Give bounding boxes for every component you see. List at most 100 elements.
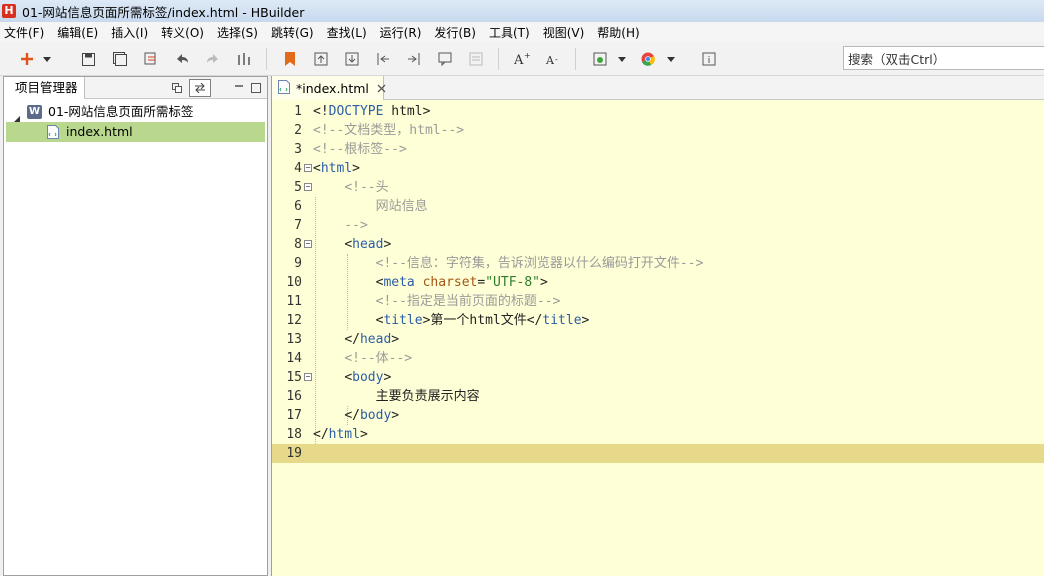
line-number: 10	[286, 275, 302, 290]
tree-item-file[interactable]: index.html	[6, 122, 265, 142]
code-line[interactable]: 14 <!--体-->	[272, 349, 1044, 368]
code-line[interactable]: 7 -->	[272, 216, 1044, 235]
web-project-icon: W	[27, 105, 42, 119]
code-line[interactable]: 5− <!--头	[272, 178, 1044, 197]
menu-goto[interactable]: 跳转(G)	[271, 24, 314, 41]
link-editor-icon[interactable]	[189, 79, 211, 97]
menu-insert[interactable]: 插入(I)	[111, 24, 148, 41]
line-text: <html>	[313, 161, 360, 176]
redo-icon[interactable]	[205, 51, 221, 67]
code-line[interactable]: 13 </head>	[272, 330, 1044, 349]
html-file-icon	[47, 125, 59, 145]
prev-bookmark-icon[interactable]	[313, 51, 329, 67]
menu-edit[interactable]: 编辑(E)	[57, 24, 98, 41]
line-number: 15	[286, 370, 302, 385]
tab-project-manager[interactable]: 项目管理器	[4, 77, 85, 99]
editor-tab-label: *index.html	[296, 80, 369, 96]
increase-font-icon[interactable]: A +	[514, 51, 530, 67]
fold-toggle-icon[interactable]: −	[304, 183, 312, 191]
decrease-font-icon[interactable]: A-	[545, 51, 561, 67]
new-plus-icon[interactable]	[19, 51, 35, 67]
preview-icon[interactable]	[468, 51, 484, 67]
new-dropdown-chevron-icon[interactable]	[42, 51, 52, 67]
menu-view[interactable]: 视图(V)	[543, 24, 585, 41]
fold-toggle-icon[interactable]: −	[304, 240, 312, 248]
menu-publish[interactable]: 发行(B)	[434, 24, 476, 41]
toolbar-separator	[575, 48, 576, 70]
menu-find[interactable]: 查找(L)	[327, 24, 367, 41]
svg-text:-: -	[555, 55, 558, 64]
svg-text:+: +	[524, 52, 530, 60]
close-tab-icon[interactable]	[377, 81, 386, 96]
undo-icon[interactable]	[174, 51, 190, 67]
code-line[interactable]: 2 <!--文档类型，html-->	[272, 121, 1044, 140]
tree-item-project[interactable]: W 01-网站信息页面所需标签	[4, 102, 267, 123]
line-number: 16	[286, 389, 302, 404]
code-line[interactable]: 8− <head>	[272, 235, 1044, 254]
line-number: 13	[286, 332, 302, 347]
code-line[interactable]: 6 网站信息	[272, 197, 1044, 216]
line-number: 9	[294, 256, 302, 271]
code-line[interactable]: 11 <!--指定是当前页面的标题-->	[272, 292, 1044, 311]
title-bar: H 01-网站信息页面所需标签/index.html - HBuilder	[0, 0, 1044, 22]
line-text: <head>	[344, 237, 392, 252]
code-area[interactable]: 1 <!DOCTYPE html> 2 <!--文档类型，html--> 3 <!--根标…	[272, 102, 1044, 463]
code-line[interactable]: 9 <!--信息：字符集，告诉浏览器以什么编码打开文件-->	[272, 254, 1044, 273]
code-editor[interactable]: *index.html 1 <!DOCTYPE html> 2 <!--文档类型，ht…	[271, 76, 1044, 576]
line-text: </html>	[313, 427, 368, 442]
editor-tab-bar: *index.html	[272, 76, 1044, 100]
line-number: 6	[294, 199, 302, 214]
next-bookmark-icon[interactable]	[344, 51, 360, 67]
browser-preview-icon[interactable]	[592, 51, 608, 67]
save-all-icon[interactable]	[112, 51, 128, 67]
line-number: 4	[294, 161, 302, 176]
compare-icon[interactable]	[143, 51, 159, 67]
menu-run[interactable]: 运行(R)	[380, 24, 422, 41]
chrome-dropdown-chevron-icon[interactable]	[666, 51, 676, 67]
code-line[interactable]: 16 主要负责展示内容	[272, 387, 1044, 406]
toolbar-separator	[498, 48, 499, 70]
line-number: 2	[294, 123, 302, 138]
menu-file[interactable]: 文件(F)	[4, 24, 44, 41]
code-line[interactable]: 10 <meta charset="UTF-8">	[272, 273, 1044, 292]
chrome-icon[interactable]	[640, 51, 656, 67]
svg-text:A: A	[545, 54, 555, 66]
goto-start-icon[interactable]	[375, 51, 391, 67]
code-line[interactable]: 1 <!DOCTYPE html>	[272, 102, 1044, 121]
save-icon[interactable]	[80, 51, 96, 67]
minimize-icon[interactable]	[231, 80, 247, 96]
menu-tools[interactable]: 工具(T)	[489, 24, 530, 41]
line-number: 17	[286, 408, 302, 423]
menu-select[interactable]: 选择(S)	[217, 24, 258, 41]
goto-end-icon[interactable]	[406, 51, 422, 67]
line-number: 1	[294, 104, 302, 119]
code-line[interactable]: 19	[272, 444, 1044, 463]
code-line[interactable]: 12 <title>第一个html文件</title>	[272, 311, 1044, 330]
line-number: 11	[286, 294, 302, 309]
fold-toggle-icon[interactable]: −	[304, 373, 312, 381]
line-number: 8	[294, 237, 302, 252]
menu-help[interactable]: 帮助(H)	[597, 24, 639, 41]
format-icon[interactable]	[236, 51, 252, 67]
code-line[interactable]: 15− <body>	[272, 368, 1044, 387]
code-line[interactable]: 17 </body>	[272, 406, 1044, 425]
info-icon[interactable]	[701, 51, 717, 67]
code-line[interactable]: 18 </html>	[272, 425, 1044, 444]
line-text: <!--体-->	[344, 351, 413, 366]
tab-index-html[interactable]: *index.html	[272, 76, 386, 100]
bookmark-icon[interactable]	[282, 51, 298, 67]
project-name: 01-网站信息页面所需标签	[48, 104, 194, 119]
html-file-icon	[278, 79, 290, 97]
menu-escape[interactable]: 转义(O)	[161, 24, 204, 41]
fold-toggle-icon[interactable]: −	[304, 164, 312, 172]
code-line[interactable]: 4− <html>	[272, 159, 1044, 178]
code-line[interactable]: 3 <!--根标签-->	[272, 140, 1044, 159]
comment-icon[interactable]	[437, 51, 453, 67]
file-name: index.html	[66, 124, 133, 139]
maximize-icon[interactable]	[248, 80, 264, 96]
browser-dropdown-chevron-icon[interactable]	[617, 51, 627, 67]
line-text: <!--文档类型，html-->	[313, 123, 465, 138]
search-input[interactable]: 搜索（双击Ctrl）	[843, 46, 1044, 70]
line-number: 5	[294, 180, 302, 195]
collapse-all-icon[interactable]	[169, 80, 185, 96]
